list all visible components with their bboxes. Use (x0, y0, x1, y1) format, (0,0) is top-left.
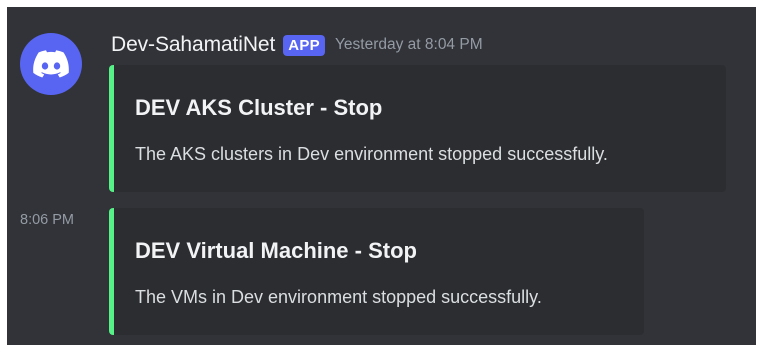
embed-accent-bar (109, 65, 114, 192)
embed-description: The AKS clusters in Dev environment stop… (135, 144, 608, 164)
embed-title: DEV AKS Cluster - Stop (135, 95, 383, 120)
message-timestamp[interactable]: Yesterday at 8:04 PM (335, 36, 483, 54)
embed-card: DEV AKS Cluster - Stop The AKS clusters … (109, 65, 726, 192)
embed-card: DEV Virtual Machine - Stop The VMs in De… (109, 208, 644, 335)
avatar[interactable] (20, 33, 82, 95)
embed-accent-bar (109, 208, 114, 335)
message-header: Dev-SahamatiNet APP Yesterday at 8:04 PM (111, 31, 483, 59)
message-timestamp-compact[interactable]: 8:06 PM (20, 212, 74, 228)
chat-message-area: Dev-SahamatiNet APP Yesterday at 8:04 PM… (7, 7, 756, 345)
embed-description: The VMs in Dev environment stopped succe… (135, 287, 542, 307)
embed-title: DEV Virtual Machine - Stop (135, 238, 417, 263)
app-badge: APP (283, 34, 325, 56)
discord-logo-icon (33, 50, 69, 78)
author-name[interactable]: Dev-SahamatiNet (111, 33, 275, 57)
